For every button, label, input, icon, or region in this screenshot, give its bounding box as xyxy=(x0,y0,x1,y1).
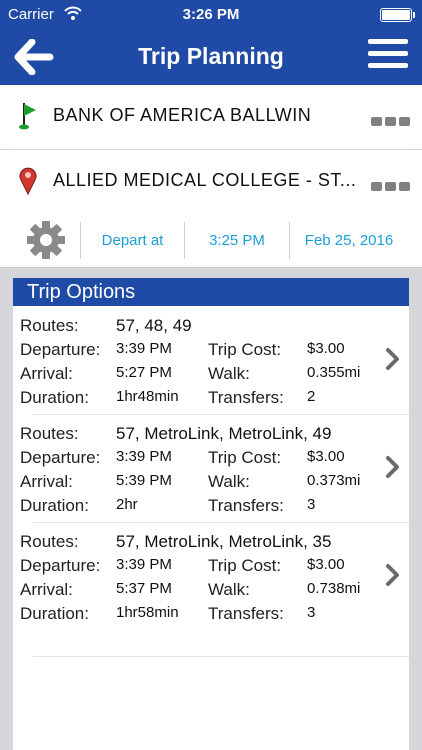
routes-label: Routes: xyxy=(20,532,79,551)
walk-value: 0.373mi xyxy=(307,472,361,489)
duration-label: Duration: xyxy=(20,388,89,407)
walk-value: 0.355mi xyxy=(307,364,361,381)
destination-name: ALLIED MEDICAL COLLEGE - ST... xyxy=(53,170,357,190)
page-title: Trip Planning xyxy=(138,43,284,69)
destination-row[interactable]: ALLIED MEDICAL COLLEGE - ST... xyxy=(0,150,422,214)
duration-label: Duration: xyxy=(20,496,89,515)
trip-cost-value: $3.00 xyxy=(307,340,345,357)
origin-more-icon[interactable] xyxy=(368,113,410,131)
departure-value: 3:39 PM xyxy=(116,556,172,573)
arrival-value: 5:37 PM xyxy=(116,580,172,597)
duration-value: 2hr xyxy=(116,496,138,513)
departure-label: Departure: xyxy=(20,556,101,575)
transfers-value: 3 xyxy=(307,604,316,621)
depart-time-selector[interactable]: 3:25 PM xyxy=(185,214,289,267)
arrival-label: Arrival: xyxy=(20,364,73,383)
origin-name: BANK OF AMERICA BALLWIN xyxy=(53,105,312,125)
green-pin-icon xyxy=(18,101,38,131)
arrival-label: Arrival: xyxy=(20,580,73,599)
trip-options-title: Trip Options xyxy=(13,278,409,306)
trip-cost-label: Trip Cost: xyxy=(208,556,282,575)
walk-label: Walk: xyxy=(208,472,250,491)
depart-mode-selector[interactable]: Depart at xyxy=(81,214,184,267)
chevron-right-icon[interactable] xyxy=(385,454,401,480)
routes-value: 57, 48, 49 xyxy=(116,316,192,335)
trip-option-1[interactable]: Routes: 57, 48, 49 Departure: 3:39 PM Tr… xyxy=(13,308,409,416)
trip-settings-bar: Depart at 3:25 PM Feb 25, 2016 xyxy=(0,214,422,268)
trip-cost-label: Trip Cost: xyxy=(208,448,282,467)
duration-value: 1hr58min xyxy=(116,604,179,621)
arrival-value: 5:39 PM xyxy=(116,472,172,489)
trip-cost-value: $3.00 xyxy=(307,448,345,465)
trip-cost-value: $3.00 xyxy=(307,556,345,573)
routes-label: Routes: xyxy=(20,316,79,335)
nav-bar: Trip Planning xyxy=(0,30,422,85)
trip-option-3[interactable]: Routes: 57, MetroLink, MetroLink, 35 Dep… xyxy=(13,524,409,632)
routes-value: 57, MetroLink, MetroLink, 49 xyxy=(116,424,332,443)
trip-cost-label: Trip Cost: xyxy=(208,340,282,359)
departure-label: Departure: xyxy=(20,448,101,467)
walk-label: Walk: xyxy=(208,580,250,599)
routes-label: Routes: xyxy=(20,424,79,443)
hamburger-menu-icon[interactable] xyxy=(368,39,408,75)
divider xyxy=(33,522,409,523)
arrival-label: Arrival: xyxy=(20,472,73,491)
transfers-label: Transfers: xyxy=(208,496,284,515)
departure-label: Departure: xyxy=(20,340,101,359)
gear-icon[interactable] xyxy=(26,220,66,260)
trip-option-2[interactable]: Routes: 57, MetroLink, MetroLink, 49 Dep… xyxy=(13,416,409,524)
battery-icon xyxy=(380,8,415,22)
clock: 3:26 PM xyxy=(182,6,240,23)
divider xyxy=(33,656,409,657)
destination-more-icon[interactable] xyxy=(368,178,410,196)
chevron-right-icon[interactable] xyxy=(385,346,401,372)
walk-value: 0.738mi xyxy=(307,580,361,597)
transfers-value: 3 xyxy=(307,496,316,513)
transfers-label: Transfers: xyxy=(208,388,284,407)
chevron-right-icon[interactable] xyxy=(385,562,401,588)
departure-value: 3:39 PM xyxy=(116,448,172,465)
trip-options-panel: Trip Options Routes: 57, 48, 49 Departur… xyxy=(13,278,409,750)
duration-label: Duration: xyxy=(20,604,89,623)
red-pin-icon xyxy=(18,166,38,196)
transfers-value: 2 xyxy=(307,388,316,405)
origin-row[interactable]: BANK OF AMERICA BALLWIN xyxy=(0,85,422,149)
routes-value: 57, MetroLink, MetroLink, 35 xyxy=(116,532,332,551)
depart-date-selector[interactable]: Feb 25, 2016 xyxy=(290,214,408,267)
divider xyxy=(33,414,409,415)
status-bar: Carrier 3:26 PM xyxy=(0,0,422,30)
duration-value: 1hr48min xyxy=(116,388,179,405)
departure-value: 3:39 PM xyxy=(116,340,172,357)
walk-label: Walk: xyxy=(208,364,250,383)
transfers-label: Transfers: xyxy=(208,604,284,623)
arrival-value: 5:27 PM xyxy=(116,364,172,381)
